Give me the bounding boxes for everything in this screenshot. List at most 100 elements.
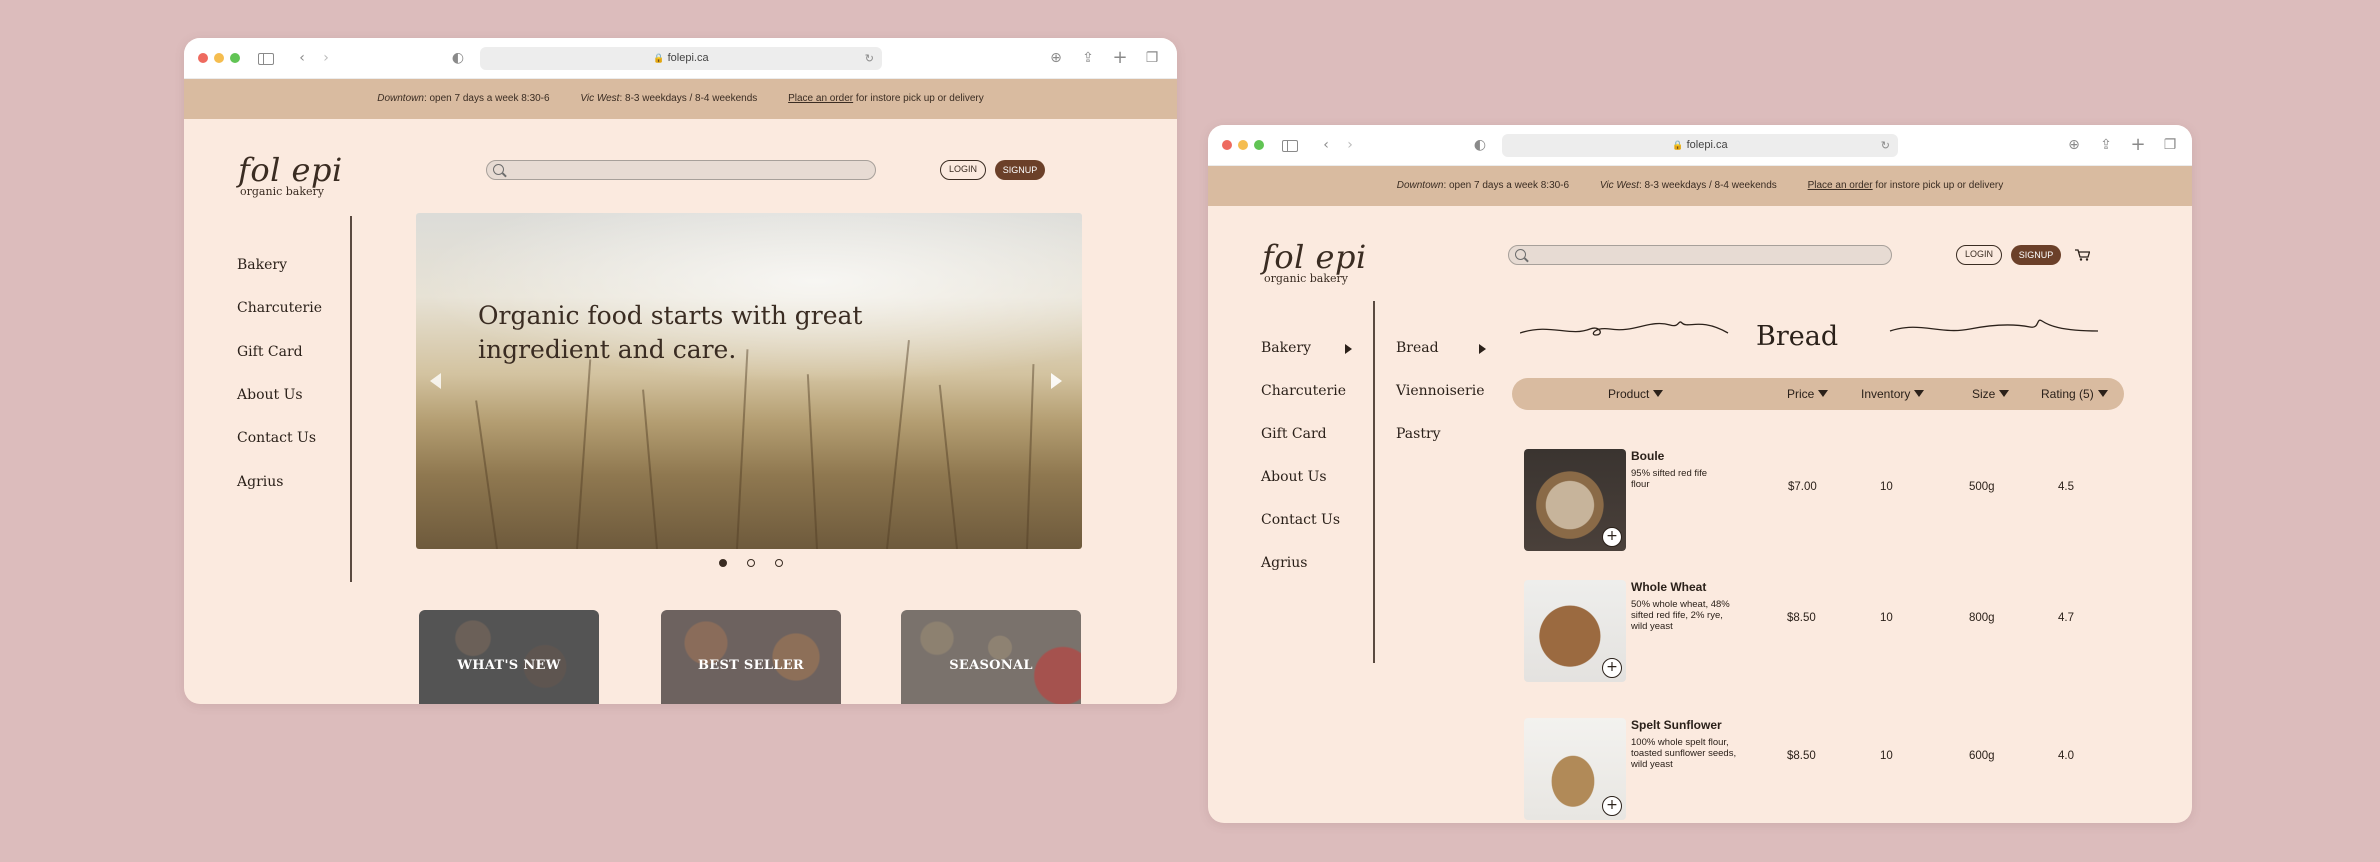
product-description: 50% whole wheat, 48% sifted red fife, 2%… [1631,599,1730,632]
product-price: $7.00 [1788,481,1817,493]
add-to-cart-plus-icon[interactable]: + [1602,527,1622,547]
search-input[interactable] [486,160,876,180]
category-title: Bread [1756,321,1839,352]
product-rating: 4.5 [2058,481,2074,493]
sidebar-toggle-icon[interactable] [1282,140,1298,152]
back-icon[interactable]: ‹ [1318,137,1334,153]
nav-item-bakery[interactable]: Bakery [1261,340,1311,356]
subnav-item-pastry[interactable]: Pastry [1396,426,1441,442]
signup-button[interactable]: SIGNUP [2011,245,2061,265]
vicwest-hours: : 8-3 weekdays / 8-4 weekends [619,93,758,104]
carousel-dot-2[interactable] [747,559,755,567]
forward-icon[interactable]: › [318,50,334,66]
tile-seasonal[interactable]: SEASONAL [901,610,1081,704]
sort-price[interactable]: Price [1787,387,1829,401]
sort-size[interactable]: Size [1972,387,2010,401]
nav-item-about-us[interactable]: About Us [237,387,303,403]
downloads-icon[interactable]: ⊕ [2066,137,2082,153]
new-tab-icon[interactable]: + [2130,136,2146,154]
logo[interactable]: fol epi organic bakery [1262,241,1367,285]
carousel-dot-3[interactable] [775,559,783,567]
nav-item-bakery[interactable]: Bakery [237,257,287,273]
nav-item-about-us[interactable]: About Us [1261,469,1327,485]
logo-wordmark: fol epi [1262,238,1367,276]
cart-icon[interactable] [2075,249,2090,261]
minimize-window-button[interactable] [214,53,224,63]
nav-divider [350,216,352,582]
address-bar-url: folepi.ca [1686,139,1728,151]
place-order-link[interactable]: Place an order [788,93,853,104]
nav-divider [1373,301,1375,663]
share-icon[interactable]: ⇪ [1080,50,1096,66]
zoom-window-button[interactable] [230,53,240,63]
nav-item-contact-us[interactable]: Contact Us [1261,512,1340,528]
nav-item-gift-card[interactable]: Gift Card [1261,426,1327,442]
order-note: for instore pick up or delivery [1872,180,2004,191]
back-icon[interactable]: ‹ [294,50,310,66]
reload-icon[interactable]: ↻ [1881,134,1890,157]
search-input[interactable] [1508,245,1892,265]
sort-inventory[interactable]: Inventory [1861,387,1925,401]
tabs-overview-icon[interactable]: ❐ [1144,50,1160,66]
carousel-dot-1[interactable] [719,559,727,567]
downloads-icon[interactable]: ⊕ [1048,50,1064,66]
zoom-window-button[interactable] [1254,140,1264,150]
product-name[interactable]: Whole Wheat [1631,580,1706,594]
subnav-item-bread[interactable]: Bread [1396,340,1439,356]
product-inventory: 10 [1880,612,1893,624]
address-bar[interactable]: 🔒 folepi.ca ↻ [1502,134,1898,157]
nav-item-gift-card[interactable]: Gift Card [237,344,303,360]
tile-whats-new[interactable]: WHAT'S NEW [419,610,599,704]
sidebar-toggle-icon[interactable] [258,53,274,65]
product-image-boule[interactable]: + [1524,449,1626,551]
new-tab-icon[interactable]: + [1112,49,1128,67]
address-bar[interactable]: 🔒 folepi.ca ↻ [480,47,882,70]
product-name[interactable]: Boule [1631,449,1664,463]
vicwest-label: Vic West [1599,180,1639,191]
nav-item-contact-us[interactable]: Contact Us [237,430,316,446]
nav-item-charcuterie[interactable]: Charcuterie [1261,383,1346,399]
privacy-shield-icon[interactable]: ◐ [450,50,466,66]
product-image-whole-wheat[interactable]: + [1524,580,1626,682]
carousel-prev-icon[interactable] [430,373,441,389]
product-description: 95% sifted red fife flour [1631,468,1708,490]
tile-label: BEST SELLER [697,658,805,673]
nav-item-agrius[interactable]: Agrius [1261,555,1307,571]
browser-toolbar: ‹ › ◐ 🔒 folepi.ca ↻ ⊕ ⇪ + ❐ [1208,125,2192,166]
product-name[interactable]: Spelt Sunflower [1631,718,1722,732]
close-window-button[interactable] [198,53,208,63]
reload-icon[interactable]: ↻ [865,47,874,70]
product-image-spelt-sunflower[interactable]: + [1524,718,1626,820]
close-window-button[interactable] [1222,140,1232,150]
tabs-overview-icon[interactable]: ❐ [2162,137,2178,153]
hours-banner: Downtown: open 7 days a week 8:30-6 Vic … [1208,166,2192,206]
share-icon[interactable]: ⇪ [2098,137,2114,153]
subnav-item-viennoiserie[interactable]: Viennoiserie [1396,383,1485,399]
vicwest-hours: : 8-3 weekdays / 8-4 weekends [1638,180,1777,191]
sort-product[interactable]: Product [1608,387,1664,401]
product-size: 800g [1969,612,1995,624]
privacy-shield-icon[interactable]: ◐ [1472,137,1488,153]
hero-carousel[interactable]: Organic food starts with great ingredien… [416,213,1082,549]
add-to-cart-plus-icon[interactable]: + [1602,658,1622,678]
tile-best-seller[interactable]: BEST SELLER [661,610,841,704]
nav-item-charcuterie[interactable]: Charcuterie [237,300,322,316]
product-price: $8.50 [1787,750,1816,762]
logo[interactable]: fol epi organic bakery [238,154,343,198]
carousel-next-icon[interactable] [1051,373,1062,389]
sort-rating[interactable]: Rating (5) [2041,387,2108,401]
tile-label: WHAT'S NEW [457,658,561,673]
caret-down-icon [1653,390,1664,397]
minimize-window-button[interactable] [1238,140,1248,150]
login-button[interactable]: LOGIN [940,160,986,180]
browser-window-bread: ‹ › ◐ 🔒 folepi.ca ↻ ⊕ ⇪ + ❐ Downtown: ope… [1208,125,2192,823]
nav-item-agrius[interactable]: Agrius [237,474,283,490]
triangle-right-icon [1479,344,1486,354]
product-rating: 4.7 [2058,612,2074,624]
forward-icon[interactable]: › [1342,137,1358,153]
login-button[interactable]: LOGIN [1956,245,2002,265]
place-order-link[interactable]: Place an order [1808,180,1873,191]
product-size: 600g [1969,750,1995,762]
signup-button[interactable]: SIGNUP [995,160,1045,180]
add-to-cart-plus-icon[interactable]: + [1602,796,1622,816]
